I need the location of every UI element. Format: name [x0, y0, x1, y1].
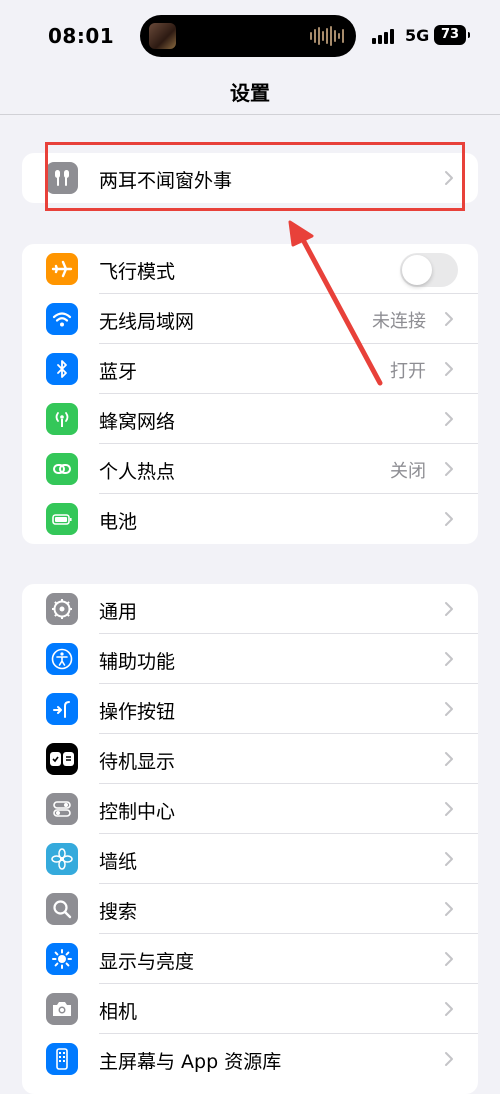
settings-row-action-button[interactable]: 操作按钮	[22, 684, 478, 734]
battery-indicator: 73	[434, 25, 470, 45]
settings-row-value: 未连接	[372, 311, 426, 332]
gear-icon	[46, 593, 78, 625]
status-bar: 08:01 5G 73	[0, 0, 500, 72]
chevron-right-icon	[445, 702, 453, 716]
settings-row-label: 通用	[99, 601, 138, 623]
settings-row-accessibility[interactable]: 辅助功能	[22, 634, 478, 684]
settings-row-label: 个人热点	[99, 461, 176, 483]
settings-row-airplane-mode[interactable]: 飞行模式	[22, 244, 478, 294]
settings-row-label: 墙纸	[99, 851, 138, 873]
bluetooth-icon	[46, 353, 78, 385]
control-center-icon	[46, 793, 78, 825]
settings-row-home-screen[interactable]: 主屏幕与 App 资源库	[22, 1034, 478, 1084]
page-title: 设置	[230, 81, 270, 105]
signal-bars-icon	[372, 29, 394, 44]
settings-row-label: 待机显示	[99, 751, 176, 773]
settings-row-value: 打开	[390, 361, 426, 382]
chevron-right-icon	[445, 902, 453, 916]
settings-row-general[interactable]: 通用	[22, 584, 478, 634]
settings-row-bluetooth[interactable]: 蓝牙 打开	[22, 344, 478, 394]
brightness-icon	[46, 943, 78, 975]
settings-row-hotspot[interactable]: 个人热点 关闭	[22, 444, 478, 494]
chevron-right-icon	[445, 1052, 453, 1066]
action-button-icon	[46, 693, 78, 725]
settings-row-control-center[interactable]: 控制中心	[22, 784, 478, 834]
status-time: 08:01	[48, 24, 115, 48]
standby-icon	[46, 743, 78, 775]
chevron-right-icon	[445, 512, 453, 526]
network-type: 5G	[405, 26, 430, 45]
chevron-right-icon	[445, 952, 453, 966]
home-screen-icon	[46, 1043, 78, 1075]
settings-row-label: 操作按钮	[99, 701, 176, 723]
settings-row-label: 搜索	[99, 901, 138, 923]
dynamic-island[interactable]	[140, 15, 356, 57]
navigation-bar: 设置	[0, 72, 500, 115]
settings-row-label: 相机	[99, 1001, 138, 1023]
settings-row-cellular[interactable]: 蜂窝网络	[22, 394, 478, 444]
settings-row-camera[interactable]: 相机	[22, 984, 478, 1034]
settings-row-standby[interactable]: 待机显示	[22, 734, 478, 784]
settings-row-search[interactable]: 搜索	[22, 884, 478, 934]
chevron-right-icon	[445, 752, 453, 766]
general-group: 通用 辅助功能 操作按钮 待机显示 控制中心 墙纸 搜索 显示与亮度 相机 主屏…	[22, 584, 478, 1094]
settings-row-display-brightness[interactable]: 显示与亮度	[22, 934, 478, 984]
settings-row-label: 蜂窝网络	[99, 411, 176, 433]
wifi-icon	[46, 303, 78, 335]
audio-waveform-icon	[310, 26, 344, 46]
settings-row-wallpaper[interactable]: 墙纸	[22, 834, 478, 884]
settings-row-wifi[interactable]: 无线局域网 未连接	[22, 294, 478, 344]
chevron-right-icon	[445, 312, 453, 326]
settings-row-label: 无线局域网	[99, 311, 195, 333]
battery-icon	[46, 503, 78, 535]
settings-row-label: 飞行模式	[99, 261, 176, 283]
settings-row-label: 控制中心	[99, 801, 176, 823]
chevron-right-icon	[445, 802, 453, 816]
settings-row-label: 主屏幕与 App 资源库	[99, 1051, 282, 1073]
chevron-right-icon	[445, 602, 453, 616]
connectivity-group: 飞行模式 无线局域网 未连接 蓝牙 打开 蜂窝网络 个人热点 关闭 电池	[22, 244, 478, 544]
chevron-right-icon	[445, 362, 453, 376]
cellular-icon	[46, 403, 78, 435]
settings-row-value: 关闭	[390, 461, 426, 482]
settings-row-label: 蓝牙	[99, 361, 138, 383]
hotspot-icon	[46, 453, 78, 485]
camera-icon	[46, 993, 78, 1025]
settings-row-battery[interactable]: 电池	[22, 494, 478, 544]
search-icon	[46, 893, 78, 925]
annotation-highlight-box	[45, 142, 465, 211]
accessibility-icon	[46, 643, 78, 675]
airplane-icon	[46, 253, 78, 285]
settings-row-label: 辅助功能	[99, 651, 176, 673]
chevron-right-icon	[445, 412, 453, 426]
settings-row-label: 电池	[99, 511, 138, 533]
settings-row-label: 显示与亮度	[99, 951, 195, 973]
chevron-right-icon	[445, 462, 453, 476]
now-playing-artwork	[149, 23, 176, 49]
toggle-knob	[402, 255, 432, 285]
chevron-right-icon	[445, 652, 453, 666]
chevron-right-icon	[445, 1002, 453, 1016]
airplane-mode-toggle[interactable]	[400, 253, 458, 287]
chevron-right-icon	[445, 852, 453, 866]
wallpaper-icon	[46, 843, 78, 875]
